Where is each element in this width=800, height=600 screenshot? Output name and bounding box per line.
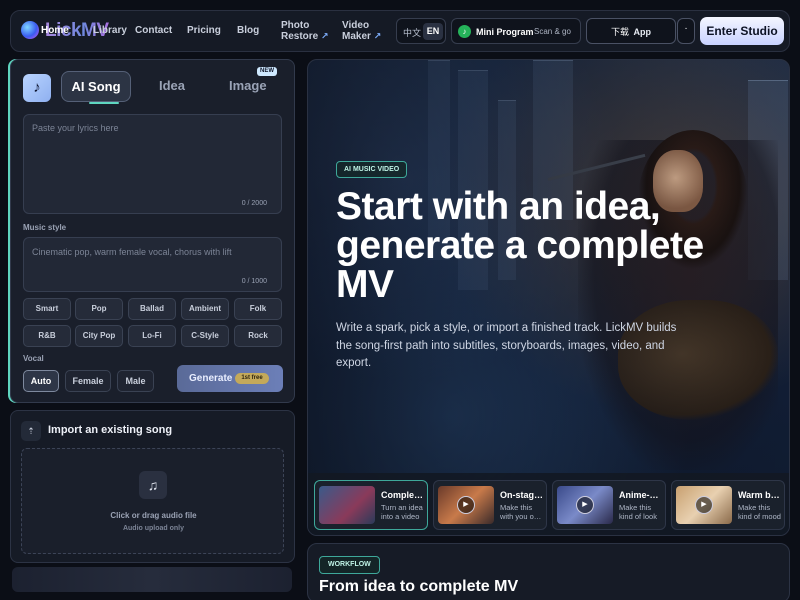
vocal-label: Vocal bbox=[23, 354, 44, 363]
tab-idea[interactable]: Idea bbox=[159, 78, 185, 93]
lang-zh[interactable]: 中文 bbox=[403, 26, 421, 39]
nav-video-maker-line1: Video bbox=[342, 20, 370, 31]
thumb-title: Anime-… bbox=[619, 490, 659, 500]
example-thumb-1[interactable]: Comple… Turn an idea into a video bbox=[314, 480, 428, 530]
style-placeholder: Cinematic pop, warm female vocal, chorus… bbox=[32, 247, 232, 257]
style-chip-rnb[interactable]: R&B bbox=[23, 325, 71, 347]
generate-label: Generate bbox=[189, 373, 233, 384]
top-nav: LickMV Home Library Contact Pricing Blog… bbox=[10, 10, 790, 52]
nav-photo-restore[interactable]: Photo Restore ↗ bbox=[281, 20, 329, 42]
style-chip-pop[interactable]: Pop bbox=[75, 298, 123, 320]
vocal-male[interactable]: Male bbox=[117, 370, 154, 392]
first-free-badge: 1st free bbox=[235, 373, 269, 384]
vocal-auto[interactable]: Auto bbox=[23, 370, 59, 392]
style-chip-folk[interactable]: Folk bbox=[234, 298, 282, 320]
style-chip-ambient[interactable]: Ambient bbox=[181, 298, 229, 320]
example-thumb-3[interactable]: ▶ Anime-… Make this kind of look bbox=[552, 480, 666, 530]
lyrics-input[interactable]: Paste your lyrics here 0 / 2000 bbox=[23, 114, 282, 214]
workflow-title: From idea to complete MV bbox=[319, 578, 519, 595]
more-button[interactable]: · bbox=[677, 18, 695, 44]
drop-text: Click or drag audio file bbox=[110, 511, 197, 520]
nav-video-maker[interactable]: Video Maker ↗ bbox=[342, 20, 381, 42]
language-switch[interactable]: 中文 EN bbox=[396, 18, 446, 44]
mini-program-button[interactable]: ♪ Mini Program Scan & go bbox=[451, 18, 581, 44]
download-app-button[interactable]: 下载 App bbox=[586, 18, 676, 44]
external-link-icon: ↗ bbox=[373, 31, 382, 41]
vocal-female[interactable]: Female bbox=[65, 370, 111, 392]
hero-banner: AI MUSIC VIDEO Start with an idea, gener… bbox=[307, 59, 790, 536]
music-style-input[interactable]: Cinematic pop, warm female vocal, chorus… bbox=[23, 237, 282, 292]
music-file-icon: ♫ bbox=[139, 471, 167, 499]
style-char-count: 0 / 1000 bbox=[241, 278, 267, 285]
hero-description: Write a spark, pick a style, or import a… bbox=[336, 322, 677, 369]
external-link-icon: ↗ bbox=[321, 31, 329, 41]
lyrics-placeholder: Paste your lyrics here bbox=[32, 123, 119, 133]
workflow-section: WORKFLOW From idea to complete MV bbox=[307, 543, 790, 600]
download-label-app: App bbox=[633, 27, 651, 37]
wechat-icon: ♪ bbox=[458, 25, 471, 38]
style-chip-smart[interactable]: Smart bbox=[23, 298, 71, 320]
nav-blog[interactable]: Blog bbox=[237, 25, 259, 36]
music-note-icon[interactable]: ♪ bbox=[23, 74, 51, 102]
lyrics-char-count: 0 / 2000 bbox=[241, 200, 267, 207]
thumb-subtitle: Make this kind of look bbox=[619, 503, 657, 521]
thumb-subtitle: Make this kind of mood bbox=[738, 503, 781, 521]
nav-photo-restore-line2: Restore bbox=[281, 31, 319, 42]
audio-drop-zone[interactable]: ♫ Click or drag audio file Audio upload … bbox=[21, 448, 284, 554]
thumb-title: Comple… bbox=[381, 490, 424, 500]
style-chip-ballad[interactable]: Ballad bbox=[128, 298, 176, 320]
nav-home[interactable]: Home bbox=[41, 25, 69, 36]
upload-icon: ⇡ bbox=[21, 421, 41, 441]
nav-pricing[interactable]: Pricing bbox=[187, 25, 221, 36]
nav-contact[interactable]: Contact bbox=[135, 25, 172, 36]
thumb-title: Warm b… bbox=[738, 490, 780, 500]
style-chip-rock[interactable]: Rock bbox=[234, 325, 282, 347]
thumb-title: On-stag… bbox=[500, 490, 544, 500]
example-carousel: Comple… Turn an idea into a video ▶ On-s… bbox=[308, 473, 789, 535]
tab-image[interactable]: Image bbox=[229, 78, 267, 93]
mini-program-sub: Scan & go bbox=[534, 27, 571, 36]
nav-video-maker-line2: Maker bbox=[342, 31, 371, 42]
hero-badge: AI MUSIC VIDEO bbox=[336, 161, 408, 178]
import-panel: ⇡ Import an existing song ♫ Click or dra… bbox=[10, 410, 295, 563]
import-title: Import an existing song bbox=[48, 424, 173, 436]
style-chip-city-pop[interactable]: City Pop bbox=[75, 325, 123, 347]
music-style-label: Music style bbox=[23, 223, 67, 232]
nav-library[interactable]: Library bbox=[93, 25, 127, 36]
generate-button[interactable]: Generate 1st free bbox=[177, 365, 283, 392]
nav-photo-restore-line1: Photo bbox=[281, 20, 310, 31]
new-badge: NEW bbox=[257, 67, 277, 76]
style-chip-c-style[interactable]: C-Style bbox=[181, 325, 229, 347]
lang-en[interactable]: EN bbox=[423, 23, 443, 40]
play-icon[interactable]: ▶ bbox=[457, 496, 475, 514]
workflow-badge: WORKFLOW bbox=[319, 556, 380, 574]
drop-subtext: Audio upload only bbox=[122, 525, 185, 532]
enter-studio-button[interactable]: Enter Studio bbox=[700, 17, 784, 45]
thumb-image bbox=[319, 486, 375, 524]
tab-ai-song[interactable]: AI Song bbox=[61, 71, 131, 102]
tab-active-indicator bbox=[89, 102, 119, 104]
play-icon[interactable]: ▶ bbox=[576, 496, 594, 514]
thumb-subtitle: Turn an idea into a video bbox=[381, 503, 423, 521]
play-icon[interactable]: ▶ bbox=[695, 496, 713, 514]
download-label-cn: 下载 bbox=[611, 27, 630, 37]
example-thumb-4[interactable]: ▶ Warm b… Make this kind of mood bbox=[671, 480, 785, 530]
bottom-fade-strip bbox=[12, 567, 292, 592]
example-thumb-2[interactable]: ▶ On-stag… Make this with you o… bbox=[433, 480, 547, 530]
style-chip-lofi[interactable]: Lo-Fi bbox=[128, 325, 176, 347]
thumb-subtitle: Make this with you o… bbox=[500, 503, 542, 521]
create-panel: ♪ AI Song Idea Image NEW Paste your lyri… bbox=[10, 59, 295, 403]
logo-icon[interactable] bbox=[21, 21, 39, 39]
mini-program-label: Mini Program bbox=[476, 27, 534, 37]
hero-title: Start with an idea, generate a complete … bbox=[336, 185, 704, 306]
